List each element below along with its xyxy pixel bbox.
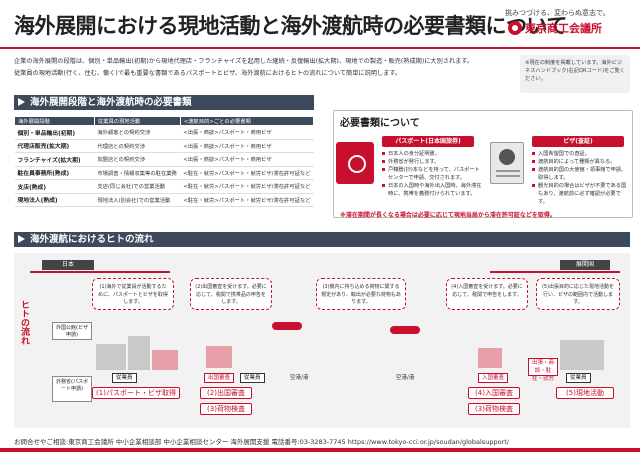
divider	[490, 271, 620, 273]
passport-center-box: 外務省(パスポート申請)	[52, 376, 92, 402]
column-header: 従業員の現地活動	[93, 116, 181, 126]
cell: <出張・商談>パスポート・商用ビザ	[180, 139, 314, 153]
bubble-step4: (4)入国審査を受けます。必要に応じて、税関で申告をします。	[446, 278, 528, 310]
step-baggage-in: (3)荷物検査	[468, 403, 520, 415]
step-arrival: (4)入国審査	[468, 387, 520, 399]
intro-line: 従業員の現地活動(行く、住む、働く)で最も重要な書類であるパスポートとビザ、海外…	[14, 70, 402, 77]
cell: フランチャイズ(拡大期)	[14, 152, 95, 167]
table-row: 個別・単品輸出(初期) 海外顧客との契約交渉 <出張・商談>パスポート・商用ビザ	[14, 125, 314, 140]
cell: 支店(熟成)	[14, 179, 95, 194]
airplane-icon	[272, 322, 302, 330]
employee-label: 従業員	[240, 373, 265, 383]
cell: 海外顧客との契約交渉	[94, 125, 181, 140]
table-row: 代理店販売(拡大期) 代理店との契約交渉 <出張・商談>パスポート・商用ビザ	[14, 139, 314, 153]
list-item: 日本人の身分証明書。	[382, 150, 482, 158]
column-header: <渡航目的>ごとの必要書類	[179, 116, 315, 126]
docs-title: 必要書類について	[340, 118, 420, 129]
building-icon	[560, 340, 604, 370]
table-row: 現地法人(熟成) 現地法人(別会社)での営業活動 <駐在・就労>パスポート・就労ビザ…	[14, 193, 314, 207]
stages-table: 海外展開段階 従業員の現地活動 <渡航目的>ごとの必要書類 個別・単品輸出(初期…	[14, 116, 315, 207]
building-icon	[152, 350, 178, 370]
foreign-office-box: 外国公館(ビザ申請)	[52, 322, 92, 340]
local-activity-label: 出張・商談・駐在・就労	[528, 358, 558, 382]
note-box: ※現在の制度を掲載しています。海外ビジネスハンドブック(右記QRコード)をご覧く…	[520, 55, 630, 93]
cell: 代理店販売(拡大期)	[14, 139, 95, 153]
passport-tag: パスポート(日本国旅券)	[382, 136, 474, 147]
divider	[0, 47, 640, 49]
logo-name: 東京商工会議所	[525, 22, 602, 35]
step-local-activity: (5)現地活動	[556, 387, 614, 399]
list-item: 日本の入国時や海外出入国時、海外滞在時に、携帯を義務付けられています。	[382, 182, 482, 198]
divider	[0, 448, 640, 452]
visa-tag: ビザ(査証)	[532, 136, 624, 147]
employee-label: 従業員	[566, 373, 591, 383]
japan-label: 日本	[42, 260, 94, 270]
visa-icon	[490, 142, 524, 184]
intro-line: 企業の海外展開の段階は、個別・単品輸出(初期)から現地代理店・フランチャイズを起…	[14, 58, 474, 65]
passport-icon	[336, 142, 374, 184]
section-header-stages: 海外展開段階と海外渡航時の必要書類	[14, 95, 314, 110]
flow-side-label: ヒトの流れ	[19, 300, 29, 345]
cell: <出張・商談>パスポート・商用ビザ	[180, 152, 314, 167]
cell: 駐在員事務所(熟成)	[14, 166, 95, 180]
list-item: 入国希望国での査証。	[532, 150, 628, 158]
list-item: 観光目的の場合はビザが不要である国もあり、渡航前に必ず確認が必要です。	[532, 182, 628, 206]
cell: <出張・商談>パスポート・商用ビザ	[180, 125, 314, 140]
table-row: 駐在員事務所(熟成) 市場調査・情報収集等の駐在業務 <駐在・就労>パスポート・就労…	[14, 166, 314, 180]
list-item: 渡航目的によって種類が異なる。	[532, 158, 628, 166]
cell: 加盟店との契約交渉	[94, 152, 181, 167]
cell: <駐在・就労>パスポート・就労ビザ/滞在許可証など	[180, 166, 314, 180]
section-header-flow: 海外渡航におけるヒトの流れ	[14, 232, 630, 247]
bubble-step3: (3)機内に持ち込める荷物に関する規定があり、輸出が必要な荷物もあります。	[316, 278, 406, 310]
cell: 市場調査・情報収集等の駐在業務	[94, 166, 181, 180]
footer-contact: お問合せやご相談:東京商工会議所 中小企業相談部 中小企業相談センター 海外展開…	[14, 438, 509, 446]
counter-icon	[478, 348, 502, 368]
cell: <駐在・就労>パスポート・就労ビザ/滞在許可証など	[180, 193, 314, 207]
cell: 代理店との契約交渉	[94, 139, 181, 153]
page-title: 海外展開における現地活動と海外渡航時の必要書類について	[14, 14, 567, 38]
bubble-step1: (1)海外で従業員が活動するために、パスポートとビザを取得します。	[92, 278, 174, 310]
list-item: 外務省が発行します。	[382, 158, 482, 166]
cell: 現地法人(別会社)での営業活動	[94, 193, 181, 207]
step-passport-visa: (1)パスポート・ビザ取得	[92, 387, 180, 399]
arrival-label: 入国審査	[478, 373, 509, 383]
logo: 東京商工会議所	[508, 20, 602, 36]
cell: 個別・単品輸出(初期)	[14, 125, 95, 140]
logo-mark-icon	[508, 21, 522, 35]
intro-text: 企業の海外展開の段階は、個別・単品輸出(初期)から現地代理店・フランチャイズを起…	[14, 56, 494, 80]
passport-points: 日本人の身分証明書。 外務省が発行します。 戸籍謄(抄)本などを持って、パスポー…	[382, 150, 482, 198]
cell: 現地法人(熟成)	[14, 193, 95, 207]
list-item: 渡航目的国の大使館・領事館で申請、取得します。	[532, 166, 628, 182]
airport-dest-label: 空港/港	[396, 375, 415, 381]
warning-text: ※滞在期間が長くなる場合は必要に応じて現地当局から滞在許可証などを取得。	[340, 212, 556, 219]
employee-label: 従業員	[112, 373, 137, 383]
table-row: フランチャイズ(拡大期) 加盟店との契約交渉 <出張・商談>パスポート・商用ビザ	[14, 152, 314, 167]
column-header: 海外展開段階	[14, 116, 95, 126]
airport-jp-label: 空港/港	[290, 375, 309, 381]
building-icon	[128, 336, 150, 370]
list-item: 戸籍謄(抄)本などを持って、パスポートセンターで申請、交付されます。	[382, 166, 482, 182]
step-departure: (2)出国審査	[200, 387, 252, 399]
divider	[30, 271, 170, 273]
airplane-icon	[390, 326, 420, 334]
counter-icon	[206, 346, 232, 368]
cell: 支店(同じ会社)での営業活動	[94, 179, 181, 194]
step-baggage-out: (3)荷物検査	[200, 403, 252, 415]
visa-points: 入国希望国での査証。 渡航目的によって種類が異なる。 渡航目的国の大使館・領事館…	[532, 150, 628, 206]
slogan: 挑みつづける、変わらぬ意志で。	[505, 9, 610, 17]
table-header-row: 海外展開段階 従業員の現地活動 <渡航目的>ごとの必要書類	[14, 116, 315, 126]
bubble-step2: (2)出国審査を受けます。必要に応じて、税関で携帯品の申告をします。	[190, 278, 272, 310]
building-icon	[96, 344, 126, 370]
bubble-step5: (5)出張目的に応じた現地活動を行い、ビザの範囲内で活動します。	[536, 278, 620, 310]
cell: <駐在・就労>パスポート・就労ビザ/滞在許可証など	[180, 179, 314, 194]
destination-label: 展開国	[560, 260, 610, 270]
departure-label: 出国審査	[204, 373, 235, 383]
table-row: 支店(熟成) 支店(同じ会社)での営業活動 <駐在・就労>パスポート・就労ビザ/滞在…	[14, 179, 314, 194]
